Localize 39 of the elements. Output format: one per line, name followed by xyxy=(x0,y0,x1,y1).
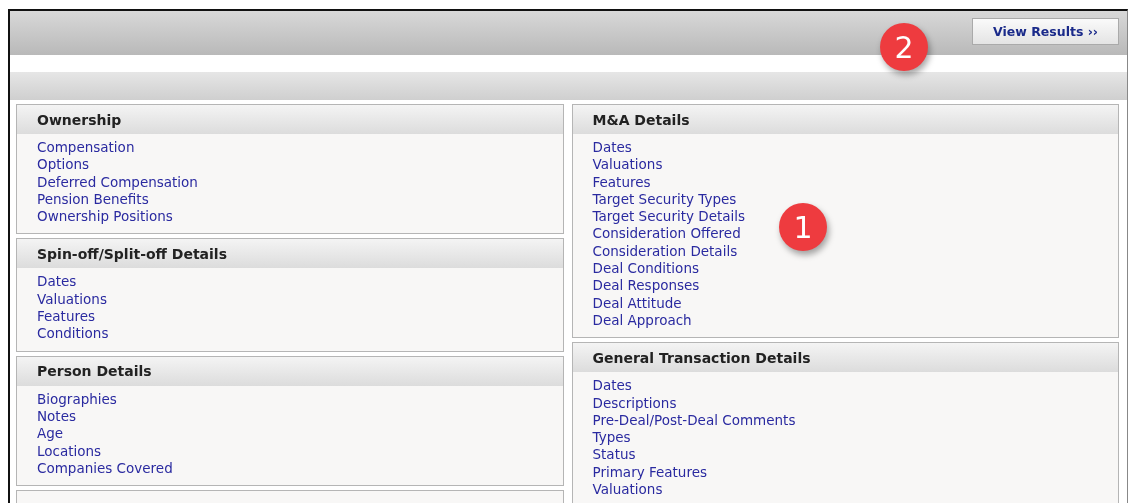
link[interactable]: Deal Approach xyxy=(592,311,692,330)
link[interactable]: Primary Features xyxy=(592,463,707,482)
panel-title: General Transaction Details xyxy=(592,349,811,366)
link[interactable]: Age xyxy=(37,425,64,443)
link[interactable]: Biographies xyxy=(37,390,117,408)
link[interactable]: Valuations xyxy=(592,481,663,499)
link[interactable]: Features xyxy=(37,308,96,326)
link[interactable]: Deal Attitude xyxy=(592,294,682,312)
link[interactable]: Types xyxy=(592,429,631,447)
link[interactable]: Valuations xyxy=(592,156,663,174)
link[interactable]: Status xyxy=(592,446,636,464)
link[interactable]: Dates xyxy=(37,273,77,291)
link[interactable]: Target Security Types xyxy=(592,190,737,209)
link[interactable]: Pre-Deal/Post-Deal Comments xyxy=(592,411,796,430)
link[interactable]: Notes xyxy=(37,407,76,426)
view-results-button[interactable]: View Results ›› xyxy=(972,18,1119,45)
link[interactable]: Consideration Offered xyxy=(592,225,741,243)
panel-title: M&A Details xyxy=(592,111,690,128)
panel-title: Person Details xyxy=(37,363,152,380)
callout-badge: 2 xyxy=(880,23,928,71)
link[interactable]: Compensation xyxy=(37,139,135,157)
link[interactable]: Companies Covered xyxy=(37,459,173,478)
link[interactable]: Pension Benefits xyxy=(37,190,149,209)
link[interactable]: Deal Conditions xyxy=(592,260,699,278)
link[interactable]: Deal Responses xyxy=(592,277,700,295)
link[interactable]: Valuations xyxy=(37,290,107,309)
link[interactable]: Descriptions xyxy=(592,394,677,412)
link[interactable]: Features xyxy=(592,173,651,191)
link[interactable]: Options xyxy=(37,156,90,174)
panel-title: Spin-off/Split-off Details xyxy=(37,246,227,262)
link[interactable]: Dates xyxy=(592,139,632,157)
link[interactable]: Conditions xyxy=(37,325,109,343)
link[interactable]: Consideration Details xyxy=(592,242,738,261)
link[interactable]: Dates xyxy=(592,377,632,395)
panel-title: Ownership xyxy=(37,111,122,128)
link[interactable]: Ownership Positions xyxy=(37,208,173,226)
link[interactable]: Locations xyxy=(37,442,102,460)
link[interactable]: Deferred Compensation xyxy=(37,173,198,191)
link[interactable]: Target Security Details xyxy=(592,208,746,226)
